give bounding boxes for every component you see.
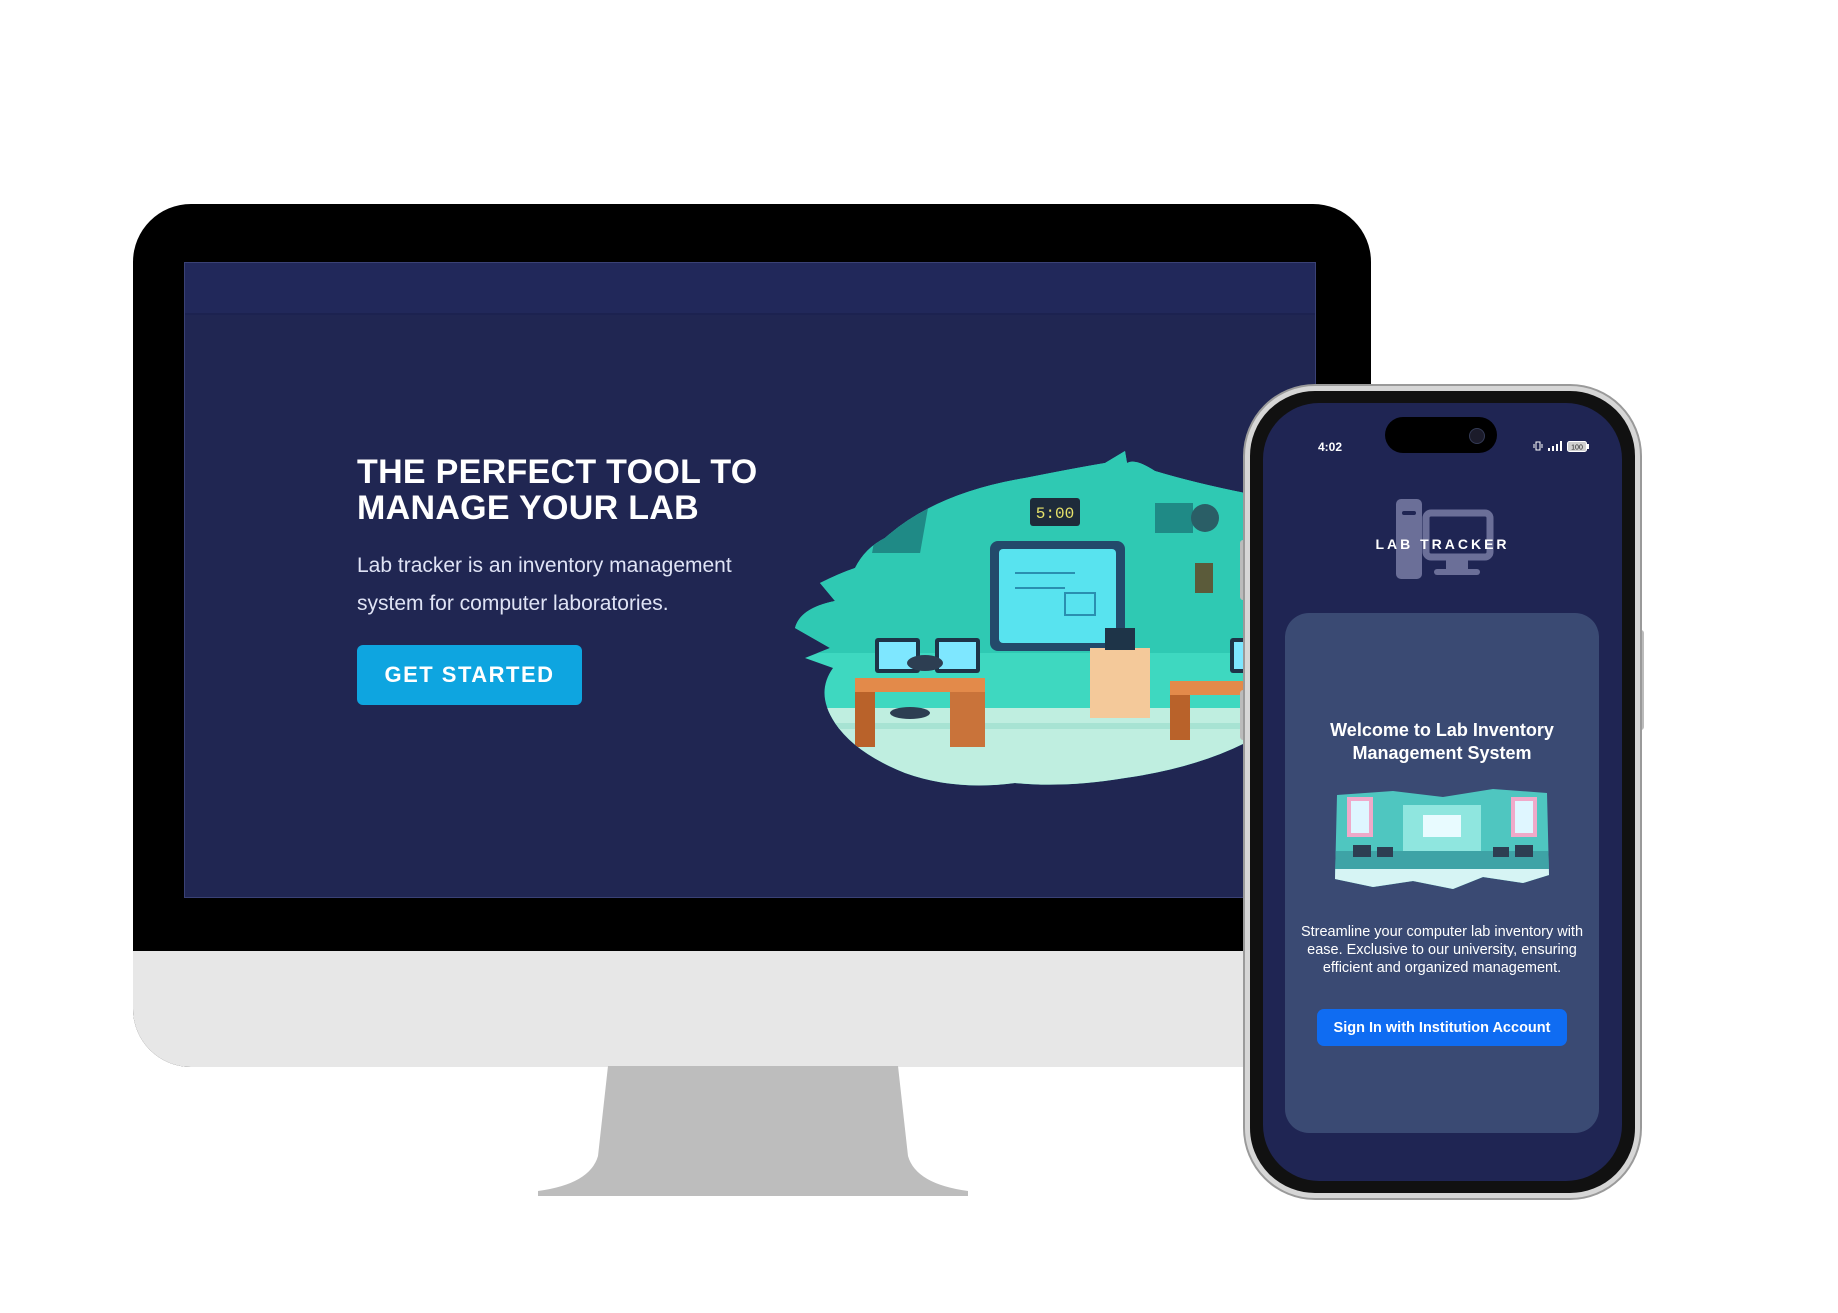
welcome-description: Streamline your computer lab inventory w…	[1300, 924, 1584, 976]
vibrate-icon	[1533, 441, 1543, 451]
welcome-card: Welcome to Lab Inventory Management Syst…	[1285, 613, 1599, 1133]
dynamic-island	[1385, 417, 1497, 453]
status-time: 4:02	[1318, 440, 1343, 454]
desktop-top-navbar	[185, 263, 1315, 315]
desktop-screen: THE PERFECT TOOL TO MANAGE YOUR LAB Lab …	[184, 262, 1316, 898]
monitor-stand	[538, 1066, 968, 1196]
sign-in-institution-button[interactable]: Sign In with Institution Account	[1317, 1009, 1567, 1046]
signal-icon	[1548, 441, 1562, 451]
classroom-image	[1335, 789, 1549, 889]
welcome-title: Welcome to Lab Inventory Management Syst…	[1330, 720, 1554, 763]
lab-illustration: 5:00	[795, 451, 1315, 786]
hero-title: THE PERFECT TOOL TO MANAGE YOUR LAB	[357, 453, 758, 527]
monitor-chin	[133, 951, 1371, 1067]
mobile-screen: 4:02 100 LAB TRACKER Welcome to Lab Inve…	[1263, 403, 1622, 1181]
monitor-bezel-lower	[133, 900, 1371, 951]
camera-icon	[1469, 428, 1485, 444]
battery-icon: 100	[1567, 440, 1589, 452]
status-icons: 100	[1533, 439, 1589, 453]
svg-text:100: 100	[1571, 444, 1583, 451]
get-started-button[interactable]: GET STARTED	[357, 645, 582, 705]
logo-text: LAB TRACKER	[1375, 536, 1510, 552]
hero-description: Lab tracker is an inventory management s…	[357, 554, 732, 615]
illustration-clock: 5:00	[1036, 505, 1074, 523]
